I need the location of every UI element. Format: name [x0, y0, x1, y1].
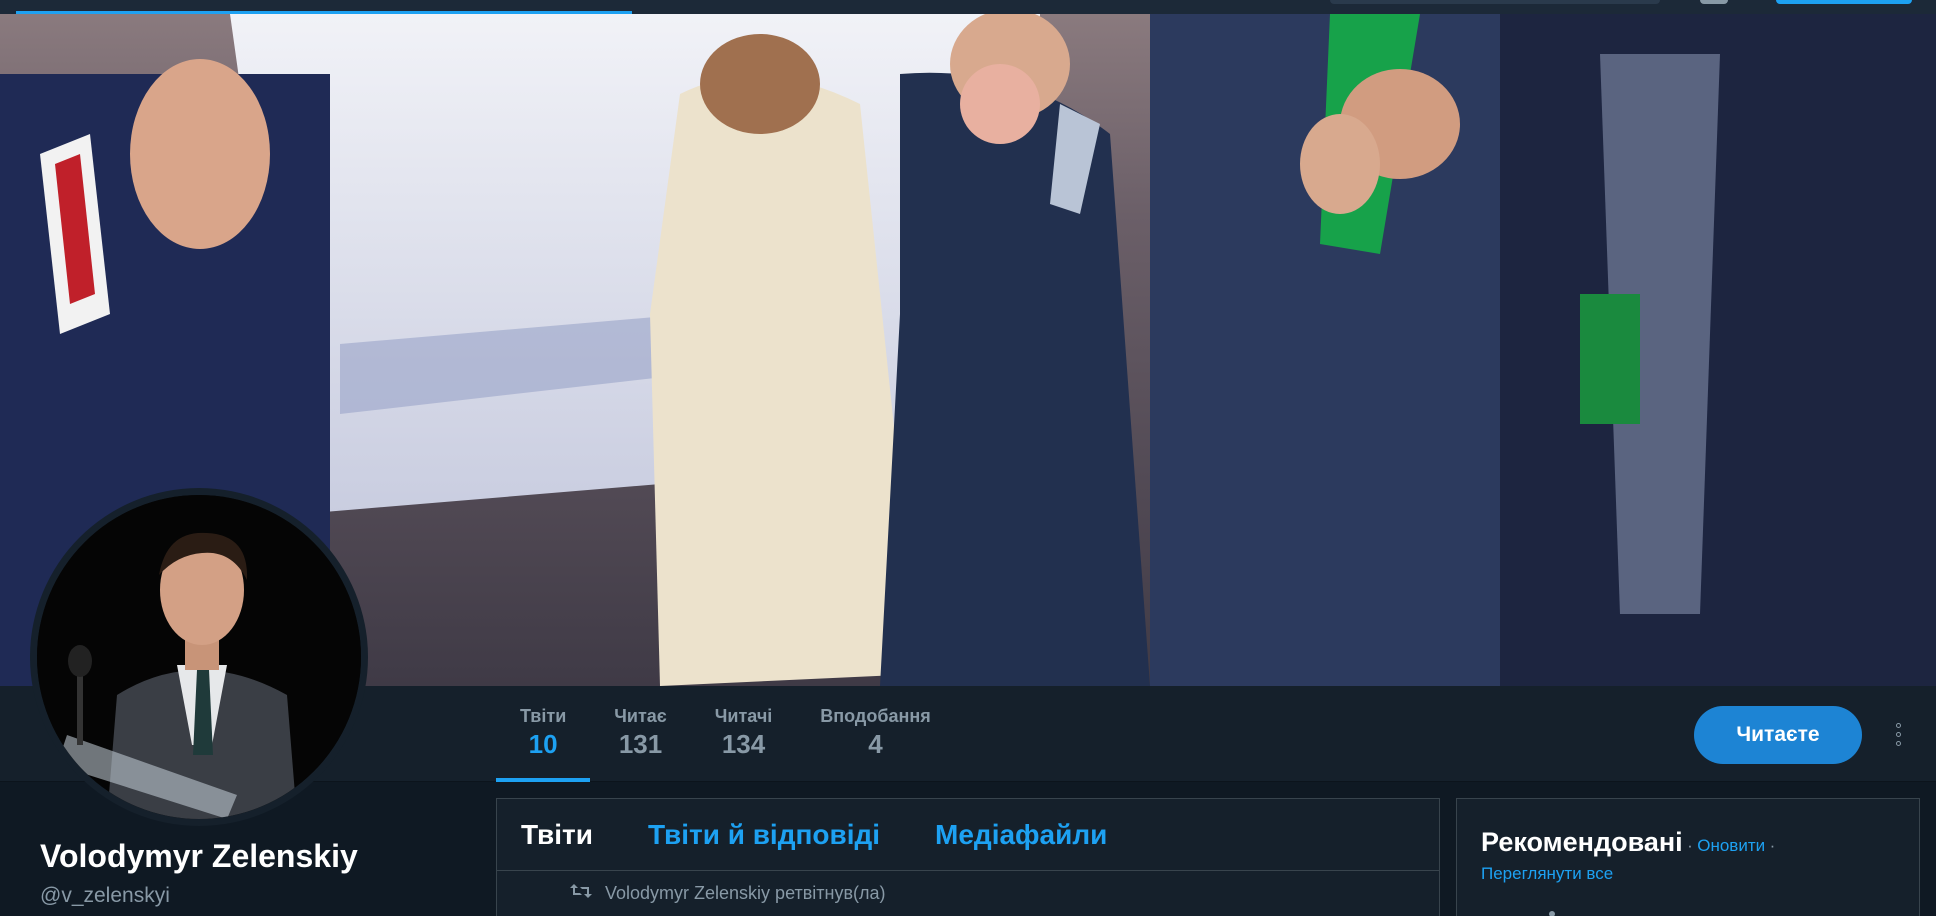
retweet-text[interactable]: Volodymyr Zelenskiy ретвітнув(ла): [605, 883, 886, 904]
avatar[interactable]: [30, 488, 368, 826]
search-input[interactable]: [1330, 0, 1660, 4]
view-all-link[interactable]: Переглянути все: [1481, 864, 1613, 883]
timeline-panel: Твіти Твіти й відповіді Медіафайли Volod…: [496, 798, 1440, 916]
tab-media[interactable]: Медіафайли: [935, 819, 1107, 851]
profile-handle: @v_zelenskyi: [40, 884, 170, 907]
loading-indicator: [1549, 911, 1555, 916]
stat-label: Читачі: [714, 706, 773, 726]
profile-stats: Твіти 10 Читає 131 Читачі 134 Вподобання…: [496, 686, 955, 782]
following-button[interactable]: Читаєте: [1694, 706, 1862, 764]
top-nav-bar: [0, 0, 1936, 14]
stat-likes[interactable]: Вподобання 4: [796, 686, 954, 782]
recommendations-title: Рекомендовані: [1481, 827, 1683, 857]
refresh-link[interactable]: Оновити: [1697, 836, 1765, 855]
more-vertical-icon[interactable]: [1888, 714, 1908, 754]
stat-value: 4: [868, 729, 883, 759]
stat-label: Твіти: [520, 706, 567, 726]
stat-label: Вподобання: [820, 706, 931, 726]
retweet-context: Volodymyr Zelenskiy ретвітнув(ла): [497, 871, 1439, 915]
stat-label: Читає: [614, 706, 667, 726]
stat-value: 131: [618, 729, 663, 759]
account-avatar-button[interactable]: [1700, 0, 1728, 4]
timeline-tabs: Твіти Твіти й відповіді Медіафайли: [497, 799, 1439, 871]
compose-tweet-button[interactable]: [1776, 0, 1912, 4]
retweet-icon: [569, 882, 593, 905]
avatar-photo: [37, 495, 361, 819]
stat-followers[interactable]: Читачі 134: [691, 686, 797, 782]
recommendations-panel: Рекомендовані · Оновити · Переглянути вс…: [1456, 798, 1920, 916]
stat-tweets[interactable]: Твіти 10: [496, 686, 591, 782]
stat-following[interactable]: Читає 131: [590, 686, 690, 782]
stat-value: 10: [528, 729, 558, 759]
tab-tweets[interactable]: Твіти: [521, 819, 593, 851]
profile-name: Volodymyr Zelenskiy: [40, 838, 358, 874]
tab-tweets-and-replies[interactable]: Твіти й відповіді: [648, 819, 880, 851]
separator: ·: [1687, 836, 1693, 855]
separator: ·: [1769, 836, 1776, 855]
stat-value: 134: [721, 729, 766, 759]
